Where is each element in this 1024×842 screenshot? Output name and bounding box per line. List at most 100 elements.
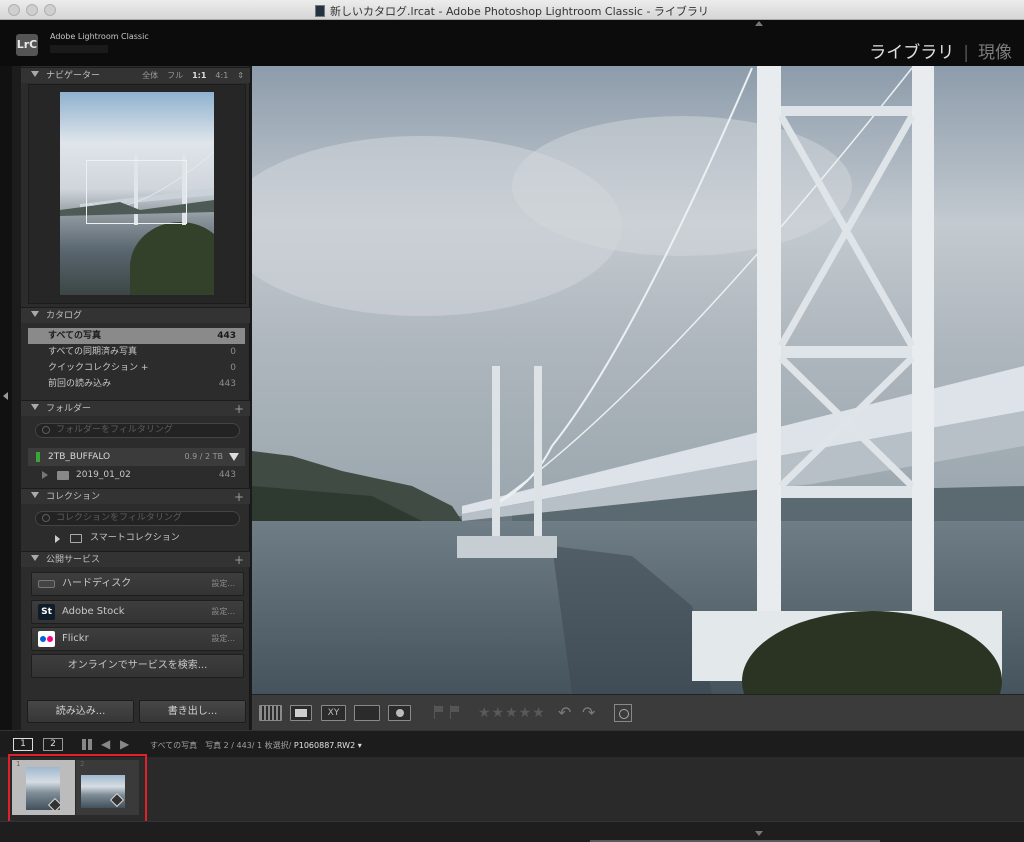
- zoom-fit[interactable]: 全体: [142, 71, 158, 80]
- disclosure-icon: [31, 492, 39, 498]
- flag-reject-icon[interactable]: [450, 705, 459, 719]
- window-title-text: 新しいカタログ.lrcat - Adobe Photoshop Lightroo…: [330, 5, 709, 18]
- folder-name: 2019_01_02: [76, 470, 131, 480]
- rotate-left-icon[interactable]: ↶: [558, 703, 571, 722]
- find-services-button[interactable]: オンラインでサービスを検索...: [31, 654, 244, 678]
- publish-header[interactable]: 公開サービス +: [21, 551, 250, 567]
- folder-filter-placeholder: フォルダーをフィルタリング: [56, 425, 173, 435]
- filmstrip-filename[interactable]: P1060887.RW2 ▾: [294, 741, 362, 750]
- zoom-4-1[interactable]: 4:1: [215, 71, 228, 80]
- grid-view-icon[interactable]: [259, 705, 282, 721]
- publish-hard-disk[interactable]: ハードディスク 設定...: [31, 572, 244, 596]
- zoom-options: 全体 フル 1:1 4:1 ⇕: [133, 68, 244, 84]
- navigator-preview[interactable]: [28, 84, 246, 304]
- add-folder-icon[interactable]: +: [234, 401, 244, 417]
- left-panel-edge[interactable]: [0, 66, 12, 730]
- compare-view-icon[interactable]: XY: [321, 705, 346, 721]
- folders-title: フォルダー: [46, 404, 92, 414]
- collection-filter-input[interactable]: コレクションをフィルタリング: [35, 511, 240, 526]
- bottom-panel-edge[interactable]: [0, 821, 1024, 842]
- main-window-button[interactable]: 1: [13, 738, 33, 751]
- forward-arrow-icon[interactable]: ▶: [120, 737, 129, 751]
- import-button[interactable]: 読み込み...: [27, 700, 134, 723]
- folder-disclosure-icon[interactable]: [42, 471, 48, 479]
- left-panel-scrollbar[interactable]: [12, 66, 21, 730]
- folders-header[interactable]: フォルダー +: [21, 400, 250, 416]
- catalog-item-synced[interactable]: すべての同期済み写真 0: [28, 344, 245, 360]
- filmstrip-source: すべての写真: [150, 741, 198, 750]
- catalog-item-previous-import[interactable]: 前回の読み込み 443: [28, 376, 245, 392]
- volume-row[interactable]: 2TB_BUFFALO 0.9 / 2 TB: [28, 448, 245, 466]
- module-separator: |: [963, 43, 969, 63]
- publish-settings-link[interactable]: 設定...: [211, 628, 235, 650]
- zoom-1-1[interactable]: 1:1: [192, 71, 206, 80]
- survey-view-icon[interactable]: [354, 705, 380, 721]
- loupe-view-icon[interactable]: [290, 705, 312, 721]
- zoom-fill[interactable]: フル: [167, 71, 183, 80]
- collection-filter-placeholder: コレクションをフィルタリング: [56, 513, 182, 523]
- add-publish-service-icon[interactable]: +: [234, 552, 244, 568]
- main-photo[interactable]: [252, 66, 1024, 694]
- navigator-view-rect[interactable]: [86, 160, 187, 224]
- library-toolbar: XY ★★★★★ ↶ ↷: [252, 694, 1024, 730]
- catalog-item-count: 443: [217, 331, 236, 341]
- filmstrip-header: 1 2 ◀ ▶ すべての写真 写真 2 / 443/ 1 枚選択/ P10608…: [0, 730, 1024, 757]
- people-view-icon[interactable]: [388, 705, 411, 721]
- catalog-item-label: すべての写真: [48, 331, 102, 341]
- publish-adobe-stock[interactable]: St Adobe Stock 設定...: [31, 600, 244, 624]
- module-library[interactable]: ライブラリ: [869, 43, 954, 63]
- star-rating[interactable]: ★★★★★: [478, 705, 546, 721]
- disclosure-icon: [31, 404, 39, 410]
- window-title: 新しいカタログ.lrcat - Adobe Photoshop Lightroo…: [0, 3, 1024, 19]
- bottom-panel-toggle-icon[interactable]: [755, 831, 763, 836]
- volume-disclosure-icon[interactable]: [229, 453, 239, 461]
- zoom-dropdown-icon[interactable]: ⇕: [237, 71, 244, 80]
- folder-icon: [57, 471, 69, 480]
- back-arrow-icon[interactable]: ◀: [101, 737, 110, 751]
- filmstrip-count: 写真 2 / 443/ 1 枚選択/: [205, 741, 292, 750]
- publish-title: 公開サービス: [46, 555, 101, 565]
- crop-overlay-icon[interactable]: [614, 704, 632, 722]
- catalog-item-label: 前回の読み込み: [48, 379, 112, 389]
- second-window-button[interactable]: 2: [43, 738, 63, 751]
- module-develop[interactable]: 現像: [978, 43, 1012, 63]
- volume-size: 0.9 / 2 TB: [184, 452, 223, 461]
- lrc-logo-icon: LrC: [16, 34, 38, 56]
- smart-collection-disclosure-icon[interactable]: [55, 535, 60, 543]
- window-titlebar: 新しいカタログ.lrcat - Adobe Photoshop Lightroo…: [0, 0, 1024, 20]
- flag-pick-icon[interactable]: [434, 705, 443, 719]
- smart-collection-item[interactable]: スマートコレクション: [28, 531, 245, 546]
- search-icon: [42, 514, 50, 522]
- catalog-header[interactable]: カタログ: [21, 307, 250, 323]
- collapse-left-icon[interactable]: [3, 392, 8, 400]
- collections-header[interactable]: コレクション +: [21, 488, 250, 504]
- folder-item[interactable]: 2019_01_02 443: [28, 467, 245, 483]
- loupe-view[interactable]: [252, 66, 1024, 694]
- navigator-header[interactable]: ナビゲーター 全体 フル 1:1 4:1 ⇕: [21, 67, 250, 83]
- disclosure-icon: [31, 71, 39, 77]
- user-name-redacted: [50, 45, 108, 53]
- app-name: Adobe Lightroom Classic: [50, 32, 149, 41]
- navigator-thumbnail[interactable]: [60, 92, 214, 295]
- catalog-item-count: 0: [230, 347, 236, 357]
- grid-icon[interactable]: [82, 739, 93, 750]
- smart-collection-icon: [70, 534, 82, 543]
- catalog-item-all-photos[interactable]: すべての写真 443: [28, 328, 245, 344]
- volume-name: 2TB_BUFFALO: [48, 452, 111, 462]
- selection-highlight-frame: [8, 754, 147, 827]
- catalog-title: カタログ: [46, 311, 83, 321]
- catalog-item-quick-collection[interactable]: クイックコレクション + 0: [28, 360, 245, 376]
- add-collection-icon[interactable]: +: [234, 489, 244, 505]
- publish-settings-link[interactable]: 設定...: [211, 573, 235, 595]
- filmstrip-source-info[interactable]: すべての写真 写真 2 / 443/ 1 枚選択/ P1060887.RW2 ▾: [150, 740, 362, 751]
- catalog-item-count: 443: [218, 379, 236, 389]
- filmstrip: 1 2: [0, 757, 1024, 821]
- top-panel-toggle-icon[interactable]: [755, 21, 763, 26]
- smart-collection-label: スマートコレクション: [90, 533, 180, 543]
- export-button[interactable]: 書き出し...: [139, 700, 246, 723]
- hard-disk-icon: [38, 580, 55, 588]
- publish-flickr[interactable]: Flickr 設定...: [31, 627, 244, 651]
- folder-filter-input[interactable]: フォルダーをフィルタリング: [35, 423, 240, 438]
- publish-settings-link[interactable]: 設定...: [211, 601, 235, 623]
- rotate-right-icon[interactable]: ↷: [582, 703, 595, 722]
